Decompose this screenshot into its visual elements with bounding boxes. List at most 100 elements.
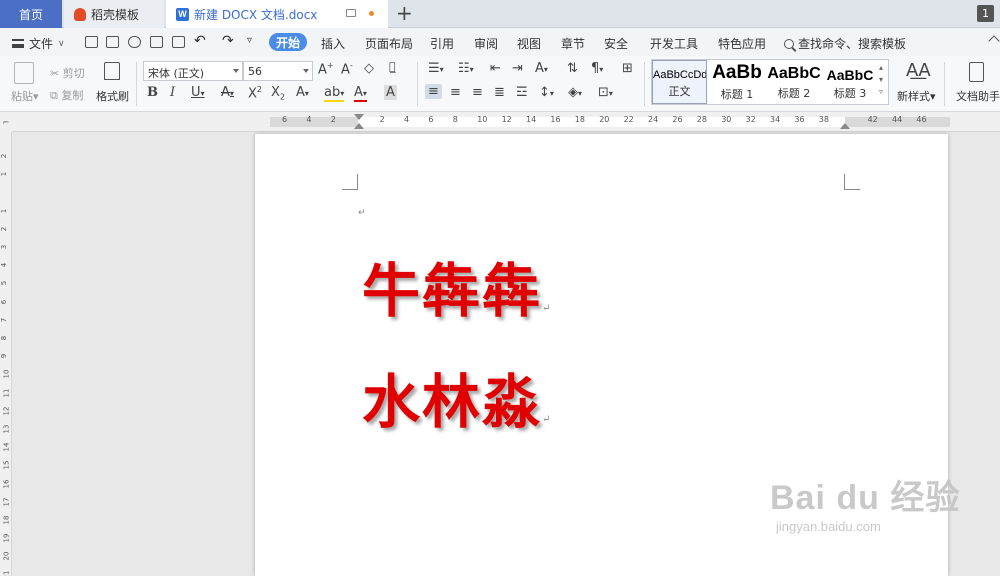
new-style-icon[interactable]: A͟A [906, 60, 931, 81]
monitor-icon[interactable] [346, 9, 356, 17]
menu-references[interactable]: 引用 [430, 35, 454, 52]
chinese-layout-icon[interactable]: A▾ [535, 61, 548, 76]
cut-button[interactable]: ✂ 剪切 [50, 65, 85, 81]
horizontal-ruler[interactable]: 6 4 2 2 4 6 8 10 12 14 16 18 20 22 24 26 28 30 32 34 36 38 42 4… [0, 112, 1000, 132]
document-line-2[interactable]: 水林淼↵ [362, 355, 552, 439]
char-shading-icon[interactable]: A [384, 85, 397, 100]
ruler-number: 10 [477, 115, 488, 124]
increase-indent-icon[interactable]: ⇥ [512, 61, 523, 76]
highlight-icon[interactable]: ab▾ [324, 85, 345, 102]
table-border-icon[interactable]: ⊞ [622, 61, 633, 76]
first-indent-marker[interactable] [354, 114, 364, 120]
format-painter-icon[interactable] [104, 62, 120, 80]
ruler-number: 34 [770, 115, 781, 124]
decrease-font-icon[interactable]: A- [341, 61, 353, 77]
ruler-number: 16 [550, 115, 561, 124]
show-hide-marks-icon[interactable]: ¶▾ [591, 61, 603, 76]
vertical-ruler-number: 2 [0, 226, 9, 232]
ruler-number: 32 [745, 115, 756, 124]
text-effect-icon[interactable]: A▾ [296, 85, 309, 100]
align-right-icon[interactable]: ≡ [472, 85, 483, 100]
paste-button[interactable]: 粘贴▾ [11, 88, 39, 104]
numbered-list-icon[interactable]: ☷▾ [458, 61, 474, 76]
vertical-ruler-number: 5 [0, 281, 9, 286]
right-indent-marker[interactable] [840, 123, 850, 129]
align-left-icon[interactable]: ≡ [425, 84, 442, 99]
vertical-ruler[interactable]: 2 1 1 2 3 4 5 6 7 8 9 10 11 12 13 14 15 16 17 18 19 20 21 [0, 132, 12, 576]
menu-view[interactable]: 视图 [517, 35, 541, 52]
menu-special-apps[interactable]: 特色应用 [718, 35, 766, 52]
menu-review[interactable]: 审阅 [474, 35, 498, 52]
tab-bar: 首页 稻壳模板 W 新建 DOCX 文档.docx + 1 [0, 0, 1000, 28]
tab-daoke-templates[interactable]: 稻壳模板 [64, 0, 164, 28]
format-painter-button[interactable]: 格式刷 [96, 88, 129, 104]
new-style-button[interactable]: 新样式▾ [897, 88, 936, 104]
font-name-select[interactable]: 宋体 (正文) [143, 61, 243, 81]
style-heading-3[interactable]: AaBbC 标题 3 [822, 60, 878, 104]
unsaved-dot-icon [369, 11, 374, 16]
styles-scroll-icon[interactable]: ▴ ▾ ▿ [879, 62, 883, 98]
print-preview-icon[interactable] [172, 36, 185, 48]
clear-format-icon[interactable]: ◇ [364, 61, 374, 76]
phonetic-guide-icon[interactable]: 文̲ [389, 60, 396, 73]
shading-icon[interactable]: ◈▾ [568, 85, 582, 100]
menu-page-layout[interactable]: 页面布局 [365, 35, 413, 52]
command-search[interactable]: 查找命令、搜索模板 [784, 35, 906, 52]
tab-document[interactable]: W 新建 DOCX 文档.docx [166, 0, 388, 28]
doc-assistant-button[interactable]: 文档助手 [956, 88, 1000, 104]
style-normal[interactable]: AaBbCcDd 正文 [652, 60, 707, 104]
left-indent-marker[interactable] [354, 123, 364, 129]
undo-icon[interactable]: ↶ [194, 33, 206, 49]
increase-font-icon[interactable]: A+ [318, 61, 334, 77]
menu-insert[interactable]: 插入 [321, 35, 345, 52]
menu-section[interactable]: 章节 [561, 35, 585, 52]
ruler-number: 22 [623, 115, 634, 124]
style-heading-1-label: 标题 1 [720, 88, 754, 101]
underline-icon[interactable]: U▾ [191, 85, 205, 100]
decrease-indent-icon[interactable]: ⇤ [490, 61, 501, 76]
document-line-1-text: 牛犇犇 [362, 257, 543, 325]
italic-icon[interactable]: I [170, 85, 175, 100]
bold-icon[interactable]: B [147, 85, 158, 100]
redo-icon[interactable]: ↷ [222, 33, 234, 49]
superscript-icon[interactable]: X2 [248, 85, 262, 101]
print-icon[interactable] [150, 36, 163, 48]
doc-assistant-icon[interactable] [969, 62, 984, 82]
vertical-ruler-number: 4 [0, 262, 9, 268]
menu-file[interactable]: 文件 ∨ [12, 35, 65, 52]
new-tab-plus-icon[interactable]: + [396, 1, 413, 25]
window-count-badge[interactable]: 1 [977, 5, 994, 22]
font-size-select[interactable]: 56 [243, 61, 313, 81]
bullet-list-icon[interactable]: ☰▾ [428, 61, 444, 76]
document-line-1[interactable]: 牛犇犇↵ [362, 244, 552, 328]
distributed-icon[interactable]: ☲ [516, 85, 528, 100]
vertical-ruler-number: 8 [0, 335, 9, 341]
ruler-number: 44 [892, 115, 903, 124]
customize-chevron-icon[interactable]: ▿ [247, 35, 252, 46]
ruler-number: 24 [648, 115, 659, 124]
sort-icon[interactable]: ⇅ [567, 61, 578, 76]
save-icon[interactable] [106, 36, 119, 48]
menu-developer[interactable]: 开发工具 [650, 35, 698, 52]
menu-security[interactable]: 安全 [604, 35, 628, 52]
open-folder-icon[interactable] [85, 36, 98, 48]
align-center-icon[interactable]: ≡ [450, 85, 461, 100]
tab-home[interactable]: 首页 [0, 0, 62, 28]
ruler-number: 20 [599, 115, 610, 124]
justify-icon[interactable]: ≣ [494, 85, 505, 100]
font-color-icon[interactable]: A▾ [354, 85, 367, 102]
strikethrough-icon[interactable]: A▾ [221, 85, 234, 100]
collapse-ribbon-icon[interactable] [988, 35, 1000, 47]
export-icon[interactable] [128, 36, 141, 48]
menu-start[interactable]: 开始 [269, 33, 307, 51]
vertical-ruler-number: 7 [0, 317, 9, 323]
borders-icon[interactable]: ⊡▾ [598, 85, 613, 100]
subscript-icon[interactable]: X2 [271, 85, 285, 102]
line-spacing-icon[interactable]: ↕▾ [539, 85, 554, 100]
ruler-corner[interactable]: ⌐ [0, 118, 12, 132]
style-heading-2[interactable]: AaBbC 标题 2 [766, 60, 822, 104]
copy-button[interactable]: ⧉ 复制 [50, 87, 83, 103]
ribbon-divider [136, 62, 137, 106]
paste-icon[interactable] [14, 62, 34, 84]
style-heading-1[interactable]: AaBb 标题 1 [708, 60, 766, 104]
